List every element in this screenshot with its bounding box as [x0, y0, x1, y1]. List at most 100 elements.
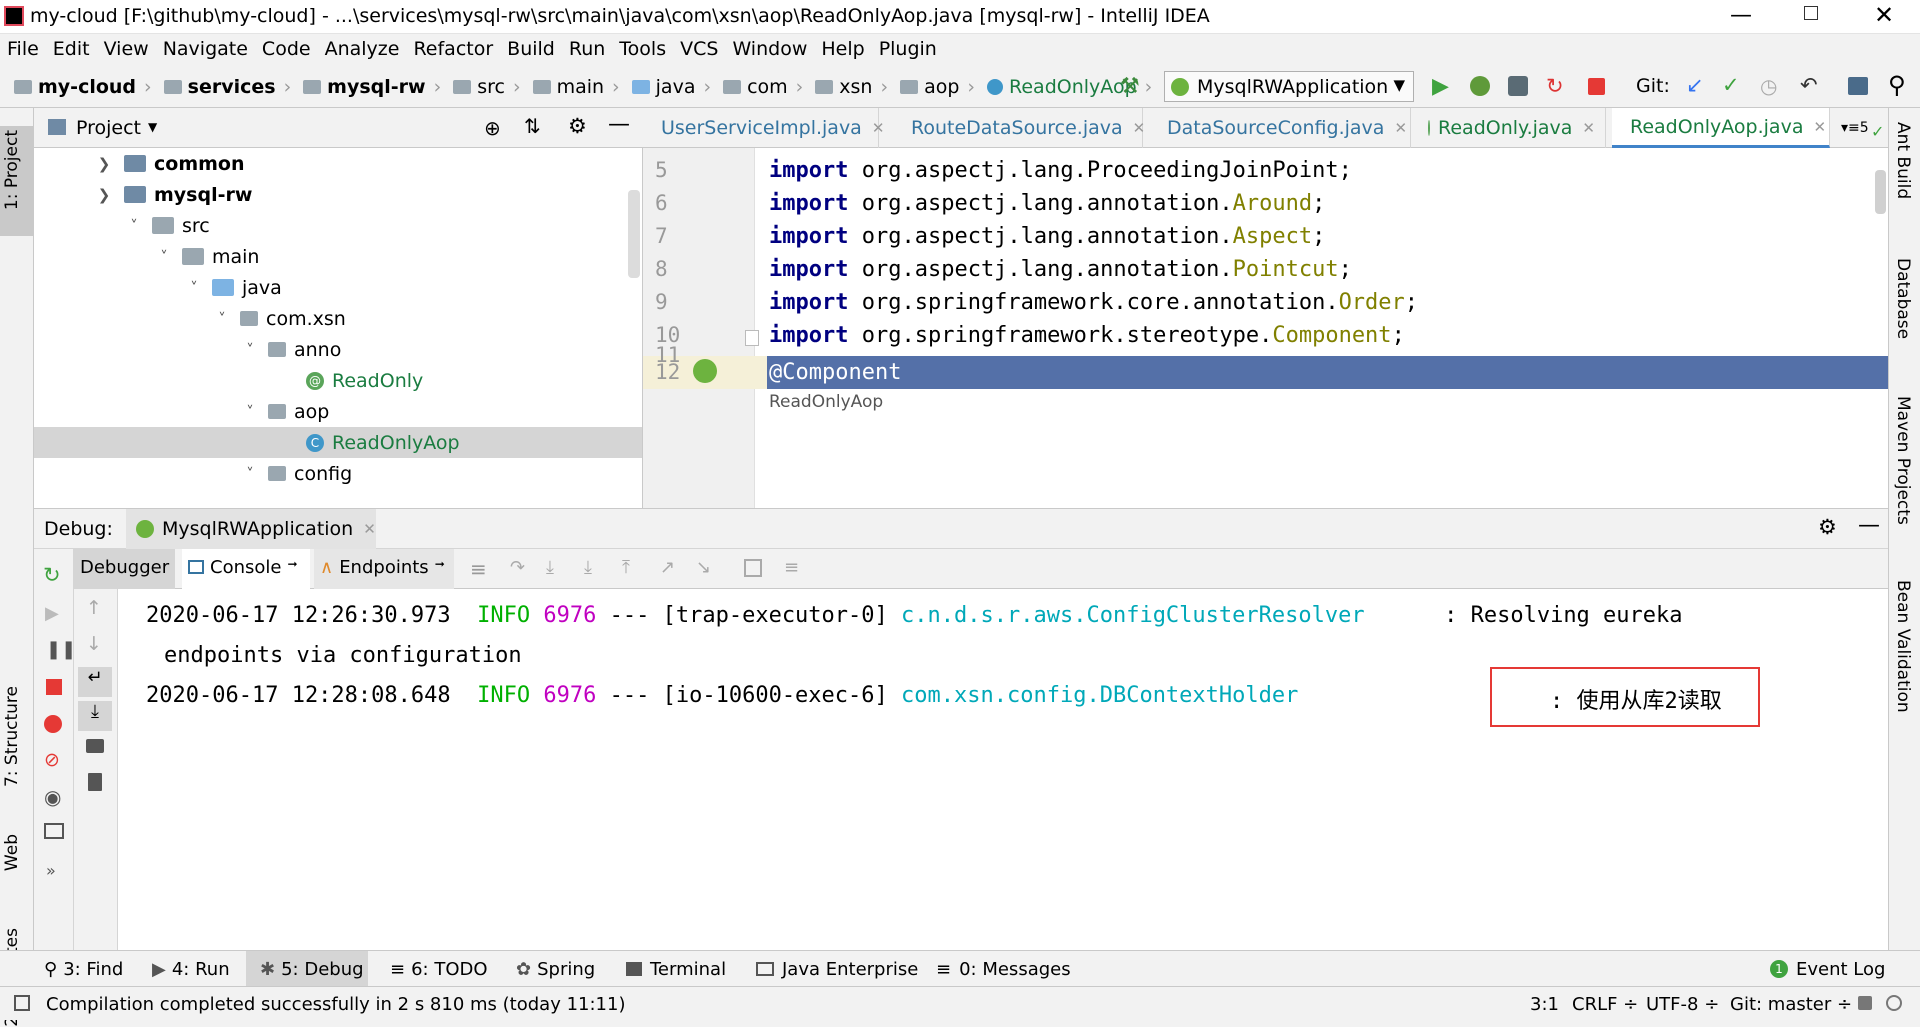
crumb-main[interactable]: main ›	[527, 66, 626, 108]
pause-icon[interactable]: ❚❚	[46, 639, 76, 660]
crumb-my-cloud[interactable]: my-cloud ›	[8, 66, 158, 108]
chevron-down-icon[interactable]: ˅	[124, 217, 144, 235]
tree-item[interactable]: ❯ common	[94, 148, 245, 179]
tree-item[interactable]: ˅ com.xsn	[212, 303, 346, 334]
crumb-xsn[interactable]: xsn ›	[809, 66, 894, 108]
inspection-ok-icon[interactable]: ✓	[1871, 122, 1884, 141]
menu-window[interactable]: Window	[725, 34, 814, 64]
menu-navigate[interactable]: Navigate	[156, 34, 255, 64]
maven-projects-tool-label[interactable]: Maven Projects	[1893, 396, 1913, 525]
project-scrollbar[interactable]	[628, 190, 640, 278]
chevron-down-icon[interactable]: ˅	[240, 465, 260, 483]
menu-run[interactable]: Run	[562, 34, 612, 64]
project-tool-label[interactable]: 1: Project	[2, 130, 22, 210]
gear-icon[interactable]: ⚙	[1818, 515, 1837, 539]
lock-icon[interactable]	[1858, 996, 1872, 1010]
scroll-to-end-icon[interactable]: ⤓	[78, 701, 112, 731]
tab-endpoints[interactable]: ∧ Endpoints ➞	[314, 549, 454, 589]
chevron-down-icon[interactable]: ▼	[148, 120, 157, 134]
chevron-down-icon[interactable]: ˅	[212, 310, 232, 328]
view-breakpoints-icon[interactable]	[44, 715, 62, 733]
menu-build[interactable]: Build	[500, 34, 562, 64]
ant-build-tool-label[interactable]: Ant Build	[1893, 122, 1913, 199]
resume-icon[interactable]: ▶	[45, 603, 59, 624]
step-over-icon[interactable]: ↷	[510, 557, 525, 578]
bean-validation-tool-label[interactable]: Bean Validation	[1893, 580, 1913, 713]
tab-debugger[interactable]: Debugger	[74, 549, 176, 589]
minimize-button[interactable]: —	[1730, 3, 1752, 28]
tab-routedatasource[interactable]: RouteDataSource.java ✕	[893, 108, 1146, 148]
history-icon[interactable]: ◷	[1760, 74, 1777, 98]
tab-readonlyaop[interactable]: ReadOnlyAop.java ✕	[1612, 108, 1830, 148]
tool-tab-debug[interactable]: ✱ 5: Debug	[260, 951, 364, 987]
close-icon[interactable]: ✕	[1133, 119, 1146, 137]
hide-panel-icon[interactable]: —	[608, 112, 630, 137]
event-log[interactable]: 1 Event Log	[1770, 951, 1885, 987]
tree-item[interactable]: ˅ java	[184, 272, 282, 303]
tool-tab-run[interactable]: ▶ 4: Run	[152, 951, 230, 987]
crumb-mysql-rw[interactable]: mysql-rw ›	[297, 66, 447, 108]
chevron-down-icon[interactable]: ˅	[154, 248, 174, 266]
tree-item[interactable]: ˅ config	[240, 458, 352, 489]
git-update-icon[interactable]: ↙	[1686, 73, 1704, 97]
file-encoding[interactable]: UTF-8 ÷	[1646, 994, 1719, 1015]
git-branch[interactable]: Git: master ÷	[1730, 994, 1852, 1015]
chevron-down-icon[interactable]: ˅	[240, 341, 260, 359]
menu-view[interactable]: View	[97, 34, 156, 64]
drop-frame-icon[interactable]: ↗	[660, 557, 675, 578]
menu-file[interactable]: File	[0, 34, 46, 64]
debug-session-tab[interactable]: MysqlRWApplication ✕	[126, 509, 376, 549]
tree-item[interactable]: ❯ mysql-rw	[94, 179, 253, 210]
close-button[interactable]: ✕	[1874, 1, 1894, 29]
restore-button[interactable]	[1804, 6, 1818, 20]
more-icon[interactable]: »	[46, 861, 56, 880]
structure-tool-label[interactable]: 7: Structure	[2, 686, 22, 787]
chevron-down-icon[interactable]: ˅	[184, 279, 204, 297]
project-structure-icon[interactable]	[1848, 77, 1868, 95]
tool-tab-messages[interactable]: ≡ 0: Messages	[936, 951, 1071, 987]
stop-icon[interactable]	[46, 679, 62, 695]
crumb-aop[interactable]: aop ›	[894, 66, 981, 108]
chevron-down-icon[interactable]: ˅	[240, 403, 260, 421]
mute-breakpoints-icon[interactable]: ⊘	[44, 749, 60, 771]
menu-plugin[interactable]: Plugin	[872, 34, 944, 64]
tree-item[interactable]: ˅ main	[154, 241, 259, 272]
git-commit-icon[interactable]: ✓	[1722, 73, 1740, 97]
rerun-icon[interactable]: ↻	[43, 563, 61, 587]
close-icon[interactable]: ✕	[1394, 119, 1407, 137]
toggle-tool-windows-icon[interactable]	[14, 995, 30, 1011]
menu-help[interactable]: Help	[814, 34, 871, 64]
crumb-src[interactable]: src ›	[447, 66, 526, 108]
project-view-title[interactable]: Project	[76, 117, 141, 139]
hide-panel-icon[interactable]: —	[1858, 513, 1880, 538]
gear-icon[interactable]: ⚙	[568, 114, 587, 138]
crumb-services[interactable]: services ›	[158, 66, 298, 108]
tab-console[interactable]: Console ➞	[182, 549, 310, 589]
stop-icon[interactable]	[1588, 78, 1605, 95]
menu-analyze[interactable]: Analyze	[318, 34, 407, 64]
force-step-into-icon[interactable]: ⤓	[584, 557, 592, 578]
tree-item[interactable]: ˅ aop	[240, 396, 329, 427]
run-icon[interactable]: ▶	[1432, 74, 1449, 99]
menu-refactor[interactable]: Refactor	[406, 34, 500, 64]
collapse-all-icon[interactable]: ⇅	[524, 114, 541, 138]
menu-tools[interactable]: Tools	[612, 34, 673, 64]
menu-edit[interactable]: Edit	[46, 34, 97, 64]
database-tool-label[interactable]: Database	[1893, 258, 1913, 339]
coverage-icon[interactable]	[1508, 76, 1528, 96]
close-icon[interactable]: ✕	[1813, 118, 1826, 136]
close-icon[interactable]: ✕	[363, 520, 376, 538]
status-message[interactable]: Compilation completed successfully in 2 …	[46, 994, 625, 1015]
locate-icon[interactable]: ⊕	[484, 116, 501, 140]
trace-icon[interactable]: ≡	[784, 557, 799, 578]
tool-tab-spring[interactable]: ✿ Spring	[516, 951, 595, 987]
tree-item[interactable]: ˅ anno	[240, 334, 341, 365]
tree-item[interactable]: @ ReadOnly	[306, 365, 423, 396]
line-separator[interactable]: CRLF ÷	[1572, 994, 1638, 1015]
tool-tab-todo[interactable]: ≡ 6: TODO	[390, 951, 488, 987]
menu-icon[interactable]: ≡	[470, 557, 487, 581]
close-icon[interactable]: ✕	[1582, 119, 1595, 137]
run-to-cursor-icon[interactable]: ↘	[696, 557, 711, 578]
tab-datasourceconfig[interactable]: DataSourceConfig.java ✕	[1149, 108, 1411, 148]
fold-marker-icon[interactable]	[745, 330, 759, 346]
